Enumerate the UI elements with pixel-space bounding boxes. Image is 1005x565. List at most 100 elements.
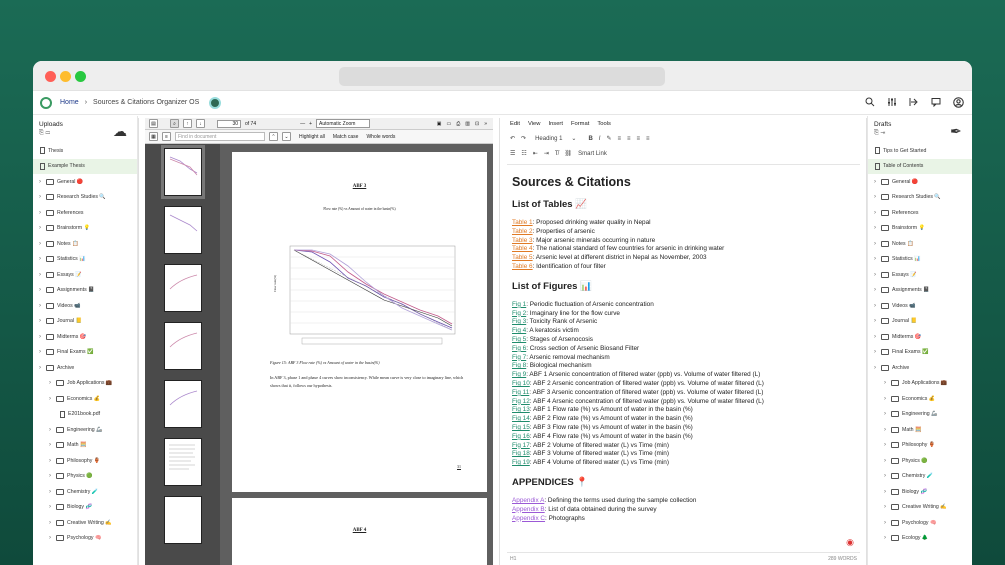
chevron-icon[interactable]: › [874, 303, 880, 309]
sliders-icon[interactable] [886, 96, 898, 108]
folder-item[interactable]: › Biology 🧬 [868, 484, 972, 500]
folder-item[interactable]: › Midterms 🎯 [33, 329, 137, 345]
folder-item[interactable]: › Job Applications 💼 [868, 376, 972, 392]
share-icon[interactable] [908, 96, 920, 108]
chevron-icon[interactable]: › [874, 287, 880, 293]
folder-item[interactable]: › Economics 💰 [868, 391, 972, 407]
chevron-icon[interactable]: › [39, 318, 45, 324]
user-icon[interactable] [952, 96, 964, 108]
folder-item[interactable]: › Engineering 🦾 [868, 407, 972, 423]
indent-icon[interactable]: ⇥ [544, 150, 549, 157]
assistant-icon[interactable]: ◉ [846, 537, 854, 548]
presentation-icon[interactable]: ▣ [437, 121, 442, 127]
folder-item[interactable]: › Brainstorm 💡 [868, 221, 972, 237]
menu-insert[interactable]: Insert [548, 121, 563, 131]
reference-link[interactable]: Fig 11 [512, 389, 529, 396]
menu-tools[interactable]: Tools [597, 121, 611, 131]
folder-item[interactable]: › General 🔴 [33, 174, 137, 190]
reference-link[interactable]: Appendix A [512, 497, 544, 504]
chevron-icon[interactable]: › [39, 210, 45, 216]
folder-item[interactable]: › Midterms 🎯 [868, 329, 972, 345]
file-item[interactable]: Tips to Get Started [868, 143, 972, 159]
reference-link[interactable]: Fig 5 [512, 336, 526, 343]
find-input[interactable]: Find in document [175, 132, 265, 141]
folder-item[interactable]: › Notes 📋 [868, 236, 972, 252]
chevron-icon[interactable]: › [874, 225, 880, 231]
new-folder-icon[interactable]: ▭ [45, 130, 50, 136]
chevron-icon[interactable]: › [49, 458, 55, 464]
file-item[interactable]: Table of Contents [868, 158, 972, 174]
folder-item[interactable]: › Assignments 📓 [868, 283, 972, 299]
chevron-icon[interactable]: › [39, 272, 45, 278]
reference-link[interactable]: Table 4 [512, 245, 533, 252]
redo-icon[interactable]: ↷ [521, 135, 526, 142]
reference-link[interactable]: Fig 15 [512, 424, 530, 431]
bold-icon[interactable]: B [588, 136, 592, 142]
chevron-icon[interactable]: › [884, 396, 890, 402]
chevron-icon[interactable]: › [874, 256, 880, 262]
chevron-icon[interactable]: › [874, 179, 880, 185]
folder-item[interactable]: › Philosophy 🏺 [33, 453, 137, 469]
collapse-icon[interactable]: ⇥ [880, 130, 885, 136]
page-thumbnail[interactable] [164, 496, 202, 544]
pen-icon[interactable]: ✒ [950, 123, 962, 140]
find-prev-icon[interactable]: ⌃ [269, 132, 278, 141]
folder-item[interactable]: › Essays 📝 [33, 267, 137, 283]
page-thumbnail[interactable] [164, 322, 202, 370]
chevron-icon[interactable]: › [884, 380, 890, 386]
chevron-icon[interactable]: › [39, 194, 45, 200]
chevron-down-icon[interactable]: ⌄ [571, 135, 576, 142]
reference-link[interactable]: Fig 19 [512, 459, 530, 466]
undo-icon[interactable]: ↶ [510, 135, 515, 142]
folder-item[interactable]: › Math 🧮 [33, 438, 137, 454]
highlight-icon[interactable]: ✎ [606, 135, 611, 142]
reference-link[interactable]: Fig 16 [512, 433, 530, 440]
chevron-icon[interactable]: › [884, 535, 890, 541]
page-thumbnail[interactable] [164, 380, 202, 428]
reference-link[interactable]: Fig 13 [512, 406, 530, 413]
reference-link[interactable]: Appendix C [512, 515, 545, 522]
folder-item[interactable]: › Math 🧮 [868, 422, 972, 438]
align-right-icon[interactable]: ≡ [637, 136, 641, 142]
chevron-icon[interactable]: › [884, 458, 890, 464]
chevron-icon[interactable]: › [39, 303, 45, 309]
menu-format[interactable]: Format [571, 121, 589, 131]
chevron-icon[interactable]: › [884, 427, 890, 433]
folder-item[interactable]: › Research Studies 🔍 [33, 190, 137, 206]
chevron-icon[interactable]: › [39, 256, 45, 262]
bullet-list-icon[interactable]: ☰ [510, 150, 515, 157]
reference-link[interactable]: Fig 14 [512, 415, 530, 422]
folder-item[interactable]: › Physics 🟢 [868, 453, 972, 469]
reference-link[interactable]: Fig 18 [512, 450, 530, 457]
reference-link[interactable]: Fig 4 [512, 327, 526, 334]
reference-link[interactable]: Fig 3 [512, 318, 526, 325]
page-thumbnail[interactable] [164, 264, 202, 312]
reference-link[interactable]: Fig 10 [512, 380, 530, 387]
folder-item[interactable]: › Physics 🟢 [33, 469, 137, 485]
chevron-icon[interactable]: › [39, 241, 45, 247]
reference-link[interactable]: Fig 9 [512, 371, 526, 378]
link-icon[interactable]: ⛓ [565, 150, 573, 157]
chevron-icon[interactable]: › [874, 194, 880, 200]
smart-link-button[interactable]: Smart Link [578, 151, 607, 157]
reference-link[interactable]: Table 1 [512, 219, 533, 226]
zoom-out-icon[interactable]: — [300, 121, 305, 127]
file-item[interactable]: Example Thesis [33, 158, 137, 174]
search-icon[interactable] [864, 96, 876, 108]
bookmark-icon[interactable]: ⊡ [475, 121, 479, 127]
chevron-icon[interactable]: › [874, 365, 880, 371]
folder-item[interactable]: › General 🔴 [868, 174, 972, 190]
folder-item[interactable]: › Final Exams ✅ [868, 345, 972, 361]
chevron-icon[interactable]: › [874, 334, 880, 340]
file-item[interactable]: Thesis [33, 143, 137, 159]
page-thumbnail[interactable] [164, 438, 202, 486]
outline-icon[interactable]: ≡ [162, 132, 171, 141]
address-bar[interactable] [339, 67, 665, 86]
chevron-icon[interactable]: › [884, 473, 890, 479]
folder-item[interactable]: › Creative Writing ✍️ [33, 515, 137, 531]
chevron-icon[interactable]: › [874, 241, 880, 247]
folder-item[interactable]: › Brainstorm 💡 [33, 221, 137, 237]
folder-item[interactable]: › Statistics 📊 [868, 252, 972, 268]
chevron-icon[interactable]: › [49, 535, 55, 541]
chevron-icon[interactable]: › [884, 520, 890, 526]
